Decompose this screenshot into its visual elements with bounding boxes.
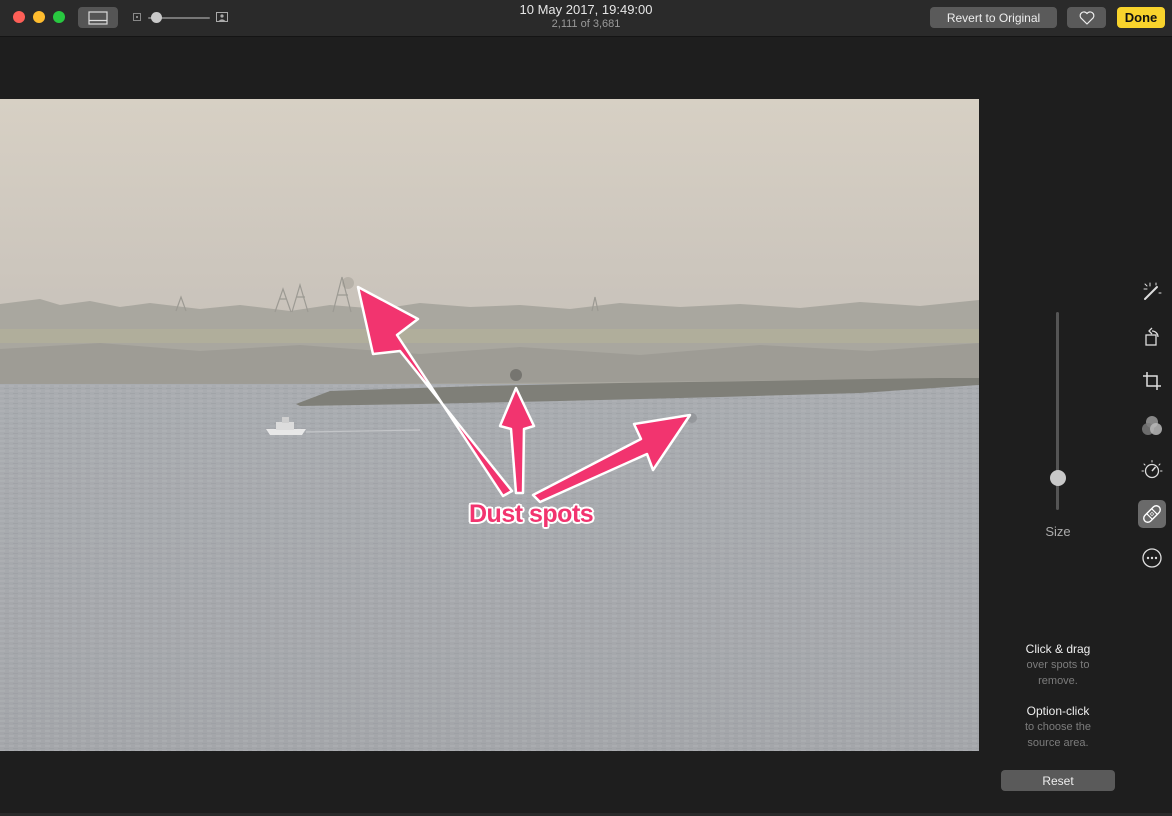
size-label: Size	[1045, 524, 1071, 539]
hint-text: remove.	[1038, 675, 1078, 687]
retouch-tool[interactable]	[1138, 500, 1166, 528]
heart-icon	[1079, 10, 1094, 25]
favorite-button[interactable]	[1067, 7, 1106, 28]
more-tool[interactable]	[1138, 544, 1166, 572]
rotate-tool[interactable]	[1138, 323, 1166, 351]
hint-click-drag: Click & drag over spots to remove.	[998, 641, 1118, 689]
crop-icon	[1143, 372, 1161, 390]
crop-tool[interactable]	[1138, 367, 1166, 395]
hint-option-click: Option-click to choose the source area.	[998, 703, 1118, 751]
adjust-icon	[1141, 460, 1163, 479]
title-bar: 10 May 2017, 19:49:00 2,111 of 3,681 Rev…	[0, 0, 1172, 37]
hint-text: to choose the	[1024, 721, 1092, 733]
done-button[interactable]: Done	[1117, 7, 1165, 28]
filters-icon	[1142, 416, 1162, 435]
hint-text: source area.	[1027, 737, 1089, 749]
retouch-icon	[1143, 505, 1161, 523]
hint-title: Click & drag	[1025, 642, 1091, 656]
rotate-icon	[1145, 327, 1159, 346]
sky	[0, 99, 979, 314]
photo-canvas[interactable]	[0, 99, 979, 751]
hint-text: over spots to	[1026, 659, 1090, 671]
magic-wand-icon	[1143, 282, 1162, 300]
enhance-tool[interactable]	[1138, 278, 1166, 306]
reset-button[interactable]: Reset	[1001, 770, 1115, 791]
adjust-tool[interactable]	[1138, 456, 1166, 484]
hint-title: Option-click	[1026, 704, 1090, 718]
revert-to-original-button[interactable]: Revert to Original	[930, 7, 1057, 28]
more-icon	[1142, 548, 1162, 568]
dust-spots-annotation: Dust spots	[469, 500, 594, 528]
dust-spot	[510, 369, 522, 381]
size-slider-knob[interactable]	[1050, 470, 1066, 487]
filters-tool[interactable]	[1138, 412, 1166, 440]
dust-spot	[342, 277, 354, 289]
